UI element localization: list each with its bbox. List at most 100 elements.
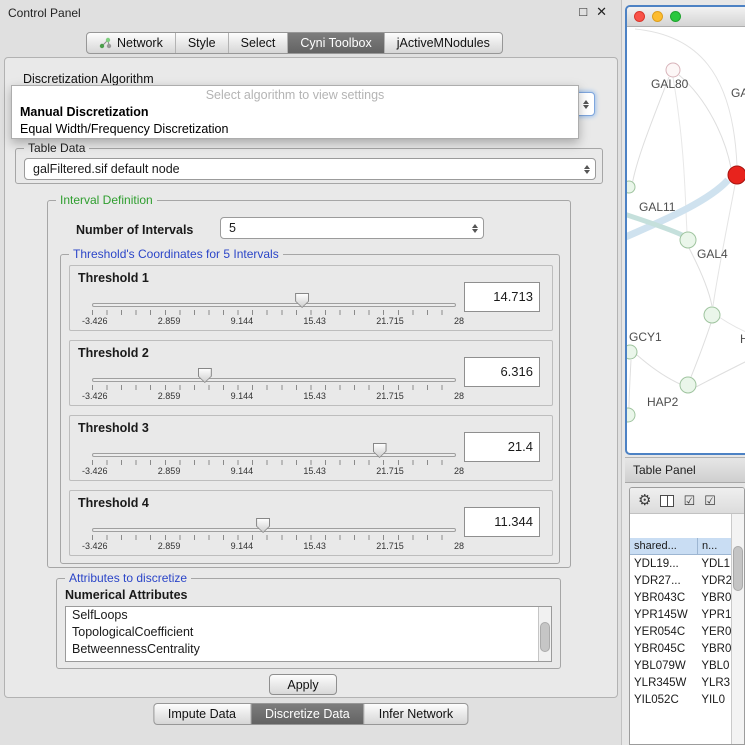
select-checkbox-icon[interactable]: ☑ — [704, 494, 716, 507]
screen: Control Panel □ ✕ Network Style Select — [0, 0, 745, 745]
cell[interactable]: YBR043C — [630, 592, 697, 604]
list-item-selfloops[interactable]: SelfLoops — [66, 607, 551, 624]
cell[interactable]: YLR3 — [697, 677, 731, 689]
slider-track[interactable] — [92, 528, 456, 532]
table-row[interactable]: YBR043CYBR0 — [630, 589, 731, 606]
cell[interactable]: YPR145W — [630, 609, 697, 621]
table-panel-header[interactable]: Table Panel — [625, 457, 745, 483]
cell[interactable]: YBR0 — [697, 643, 731, 655]
threshold-1-value-field[interactable]: 14.713 — [464, 282, 540, 312]
dropdown-placeholder: Select algorithm to view settings — [12, 88, 578, 104]
network-node[interactable] — [704, 307, 720, 323]
table-row[interactable]: YBL079WYBL0 — [630, 657, 731, 674]
tick-label: 9.144 — [231, 466, 254, 476]
threshold-1-slider[interactable]: -3.426 2.859 9.144 15.43 21.715 28 — [92, 290, 456, 330]
close-traffic-light-icon[interactable] — [634, 11, 645, 22]
threshold-3-slider[interactable]: -3.426 2.859 9.144 15.43 21.715 28 — [92, 440, 456, 480]
tab-label: Style — [188, 36, 216, 50]
cell[interactable]: YIL052C — [630, 694, 697, 706]
table-row[interactable]: YIL052CYIL0 — [630, 691, 731, 708]
cell[interactable]: YBL079W — [630, 660, 697, 672]
tick-label: -3.426 — [82, 541, 108, 551]
tab-infer-network[interactable]: Infer Network — [365, 704, 467, 724]
cell[interactable]: YLR345W — [630, 677, 697, 689]
cell[interactable]: YIL0 — [697, 694, 731, 706]
tick-label: 15.43 — [303, 466, 326, 476]
table-row[interactable]: YDL19...YDL1 — [630, 555, 731, 572]
number-of-intervals-label: Number of Intervals — [76, 223, 193, 237]
column-header-shared-name[interactable]: shared... — [630, 538, 698, 555]
list-item-betweennesscentrality[interactable]: BetweennessCentrality — [66, 641, 551, 658]
network-node[interactable] — [666, 63, 680, 77]
threshold-4-box: Threshold 4 -3.426 2.859 9.144 15.43 21.… — [69, 490, 553, 556]
cell[interactable]: YER054C — [630, 626, 697, 638]
zoom-traffic-light-icon[interactable] — [670, 11, 681, 22]
table-scrollbar[interactable] — [731, 514, 744, 744]
tab-cyni-toolbox[interactable]: Cyni Toolbox — [288, 33, 384, 53]
table-data-combobox[interactable]: galFiltered.sif default node — [24, 158, 596, 180]
cell[interactable]: YBL0 — [697, 660, 731, 672]
tab-impute-data[interactable]: Impute Data — [154, 704, 251, 724]
attributes-group: Attributes to discretize Numerical Attri… — [56, 578, 561, 669]
cell[interactable]: YDL19... — [630, 558, 697, 570]
threshold-2-slider[interactable]: -3.426 2.859 9.144 15.43 21.715 28 — [92, 365, 456, 405]
network-node[interactable] — [680, 377, 696, 393]
threshold-3-value-field[interactable]: 21.4 — [464, 432, 540, 462]
threshold-4-slider[interactable]: -3.426 2.859 9.144 15.43 21.715 28 — [92, 515, 456, 555]
apply-button[interactable]: Apply — [269, 674, 337, 695]
table-row[interactable]: YPR145WYPR1 — [630, 606, 731, 623]
table-row[interactable]: YBR045CYBR0 — [630, 640, 731, 657]
window-title: Control Panel — [8, 6, 81, 20]
number-of-intervals-combobox[interactable]: 5 — [220, 217, 484, 239]
slider-track[interactable] — [92, 303, 456, 307]
network-canvas[interactable]: GAL80 GA GAL11 GAL4 GCY1 H HAP2 — [627, 27, 745, 453]
tab-network[interactable]: Network — [87, 33, 176, 53]
tab-label: jActiveMNodules — [397, 36, 490, 50]
network-node[interactable] — [627, 408, 635, 422]
tab-style[interactable]: Style — [176, 33, 229, 53]
table-scrollbar-thumb[interactable] — [733, 546, 743, 591]
cell[interactable]: YDR2 — [697, 575, 731, 587]
cell[interactable]: YPR1 — [697, 609, 731, 621]
column-visibility-icon[interactable] — [660, 495, 674, 507]
table-row[interactable]: YER054CYER0 — [630, 623, 731, 640]
close-window-button[interactable]: ✕ — [596, 4, 607, 20]
cell[interactable]: YER0 — [697, 626, 731, 638]
threshold-1-box: Threshold 1 -3.426 2.859 9.144 15.43 21.… — [69, 265, 553, 331]
table-row[interactable]: YDR27...YDR2 — [630, 572, 731, 589]
number-of-intervals-value: 5 — [221, 221, 236, 235]
slider-ticks — [92, 535, 456, 540]
network-node[interactable] — [680, 232, 696, 248]
column-header-name[interactable]: n... — [698, 538, 732, 555]
tab-jactivemnodules[interactable]: jActiveMNodules — [385, 33, 502, 53]
float-window-button[interactable]: □ — [579, 4, 587, 20]
list-item-topologicalcoefficient[interactable]: TopologicalCoefficient — [66, 624, 551, 641]
tab-select[interactable]: Select — [229, 33, 289, 53]
slider-track[interactable] — [92, 453, 456, 457]
network-node[interactable] — [627, 181, 635, 193]
network-node-selected[interactable] — [728, 166, 745, 184]
network-window-titlebar[interactable] — [627, 7, 745, 27]
list-scrollbar-thumb[interactable] — [540, 622, 550, 652]
combo-stepper-icon — [577, 100, 594, 109]
minimize-traffic-light-icon[interactable] — [652, 11, 663, 22]
table-row[interactable]: YLR345WYLR3 — [630, 674, 731, 691]
threshold-4-value-field[interactable]: 11.344 — [464, 507, 540, 537]
cell[interactable]: YDL1 — [697, 558, 731, 570]
network-graph — [627, 27, 745, 455]
dropdown-option-manual-discretization[interactable]: Manual Discretization — [12, 104, 578, 121]
tab-discretize-data[interactable]: Discretize Data — [251, 704, 365, 724]
select-checkbox-icon[interactable]: ☑ — [683, 494, 695, 507]
tick-label: 9.144 — [231, 391, 254, 401]
cell[interactable]: YBR045C — [630, 643, 697, 655]
cell[interactable]: YBR0 — [697, 592, 731, 604]
slider-track[interactable] — [92, 378, 456, 382]
control-panel-window: Control Panel □ ✕ Network Style Select — [0, 0, 622, 745]
table-data-value: galFiltered.sif default node — [25, 162, 180, 176]
list-scrollbar[interactable] — [538, 607, 551, 661]
settings-gear-icon[interactable]: ⚙ — [638, 493, 651, 508]
cell[interactable]: YDR27... — [630, 575, 697, 587]
network-node[interactable] — [627, 345, 637, 359]
dropdown-option-equal-width-frequency[interactable]: Equal Width/Frequency Discretization — [12, 121, 578, 138]
threshold-2-value-field[interactable]: 6.316 — [464, 357, 540, 387]
